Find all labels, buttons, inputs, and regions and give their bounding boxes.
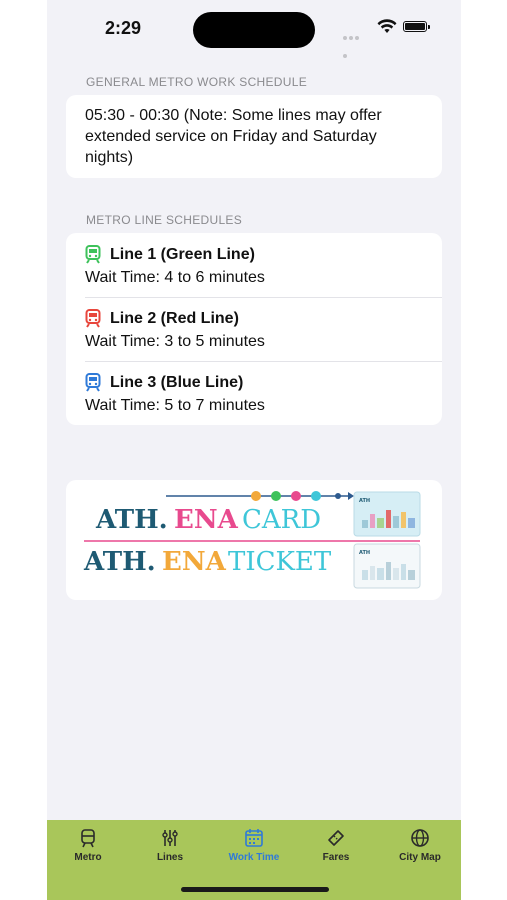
train-icon	[85, 373, 101, 392]
svg-text:ATH: ATH	[359, 550, 370, 556]
line-wait-time: Wait Time: 3 to 5 minutes	[85, 333, 265, 350]
general-schedule-text: 05:30 - 00:30 (Note: Some lines may offe…	[85, 107, 382, 166]
train-icon	[85, 309, 101, 328]
line-row-1[interactable]: Line 1 (Green Line) Wait Time: 4 to 6 mi…	[66, 233, 442, 297]
app-screen: 2:29 GENERAL METRO WORK SCHEDULE 05:30 -…	[47, 0, 461, 900]
line-row-3[interactable]: Line 3 (Blue Line) Wait Time: 5 to 7 min…	[66, 361, 442, 425]
ticket-logo-rest: TICKET	[228, 547, 332, 577]
tab-lines[interactable]: Lines	[129, 828, 211, 863]
card-logo-ena: ENA	[174, 505, 239, 535]
mini-ticket-image: ATH	[353, 543, 421, 589]
line-wait-time: Wait Time: 4 to 6 minutes	[85, 269, 265, 286]
tab-label: Metro	[74, 852, 102, 863]
athena-banner-image: ATH. ENA CARD ATH. ENA TICKET ATH ATH	[83, 491, 421, 589]
athena-card-banner[interactable]: ATH. ENA CARD ATH. ENA TICKET ATH ATH	[66, 480, 442, 600]
line-title: Line 3 (Blue Line)	[110, 374, 244, 391]
tab-fares[interactable]: Fares	[295, 828, 377, 863]
tab-label: Work Time	[228, 852, 280, 863]
globe-icon	[411, 829, 429, 847]
ticket-icon	[328, 830, 344, 846]
ticket-logo-ath: ATH.	[83, 547, 156, 577]
general-section-header: GENERAL METRO WORK SCHEDULE	[86, 75, 308, 89]
home-indicator	[181, 887, 329, 892]
tab-metro[interactable]: Metro	[47, 828, 129, 863]
mini-card-image: ATH	[353, 491, 421, 537]
tab-label: City Map	[399, 852, 441, 863]
card-logo-rest: CARD	[242, 505, 321, 535]
signal-dots-icon	[343, 27, 365, 58]
line-schedules-card: Line 1 (Green Line) Wait Time: 4 to 6 mi…	[66, 233, 442, 425]
train-icon	[85, 245, 101, 264]
general-schedule-card: 05:30 - 00:30 (Note: Some lines may offe…	[66, 95, 442, 178]
tab-label: Fares	[322, 852, 350, 863]
line-wait-time: Wait Time: 5 to 7 minutes	[85, 397, 265, 414]
lines-icon	[162, 830, 178, 846]
train-icon	[81, 829, 95, 848]
battery-icon	[403, 21, 430, 32]
line-title: Line 1 (Green Line)	[110, 246, 255, 263]
line-title: Line 2 (Red Line)	[110, 310, 239, 327]
svg-text:ATH: ATH	[359, 498, 370, 504]
tab-label: Lines	[156, 852, 184, 863]
dynamic-island	[193, 12, 315, 48]
line-row-2[interactable]: Line 2 (Red Line) Wait Time: 3 to 5 minu…	[66, 297, 442, 361]
calendar-icon	[245, 829, 263, 847]
ticket-logo-ena: ENA	[162, 547, 227, 577]
tab-work-time[interactable]: Work Time	[213, 828, 295, 863]
status-time: 2:29	[105, 18, 142, 38]
line-schedules-header: METRO LINE SCHEDULES	[86, 213, 243, 227]
wifi-icon	[377, 19, 397, 33]
tab-city-map[interactable]: City Map	[379, 828, 461, 863]
card-logo-ath: ATH.	[95, 505, 168, 535]
